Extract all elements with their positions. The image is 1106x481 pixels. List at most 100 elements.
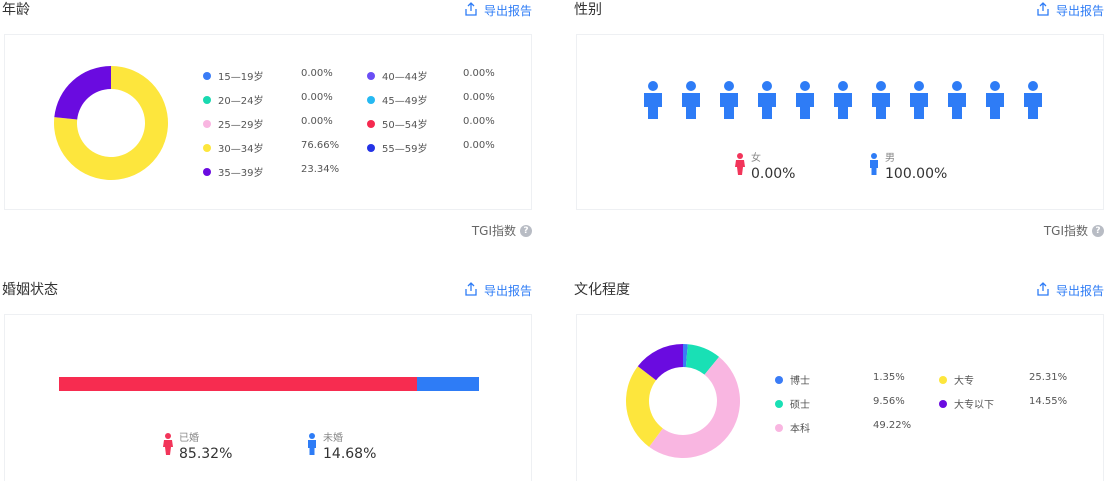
legend-value: 49.22% — [873, 420, 912, 431]
legend-value: 9.56% — [873, 396, 905, 407]
person-icon — [831, 81, 855, 119]
people-row — [641, 81, 1045, 119]
legend-value: 0.00% — [301, 92, 333, 103]
female-value: 0.00% — [751, 166, 796, 182]
tgi-label: TGI指数 — [471, 224, 516, 238]
female-stat: 女 0.00% — [735, 153, 795, 183]
legend-item[interactable]: 大专以下 — [939, 396, 994, 411]
legend-value: 0.00% — [301, 68, 333, 79]
unmarried-stat: 未婚 14.68% — [307, 433, 376, 463]
legend-item[interactable]: 20—24岁 — [203, 92, 263, 107]
export-icon — [464, 2, 478, 20]
male-value: 100.00% — [885, 166, 948, 182]
age-title: 年龄 — [2, 2, 30, 18]
legend-dot-icon — [367, 71, 375, 80]
export-label: 导出报告 — [1055, 4, 1104, 18]
legend-label: 硕士 — [790, 400, 810, 411]
export-label: 导出报告 — [1055, 284, 1104, 298]
age-card: 15—19岁 0.00% 20—24岁 0.00% 25—29岁 0.00% 30—34岁 7… — [4, 34, 532, 210]
legend-dot-icon — [939, 399, 947, 408]
person-icon — [907, 81, 931, 119]
export-icon — [1036, 282, 1050, 300]
gender-title: 性别 — [574, 2, 602, 18]
legend-label: 大专 — [954, 376, 974, 387]
legend-item[interactable]: 40—44岁 — [367, 68, 427, 83]
legend-label: 30—34岁 — [218, 144, 264, 155]
married-stat: 已婚 85.32% — [163, 433, 232, 463]
export-label: 导出报告 — [483, 284, 532, 298]
legend-dot-icon — [367, 95, 375, 104]
legend-value: 76.66% — [301, 140, 340, 151]
male-label: 男 — [885, 153, 895, 164]
legend-dot-icon — [939, 375, 947, 384]
education-export-button[interactable]: 导出报告 — [1036, 282, 1104, 300]
legend-value: 14.55% — [1029, 396, 1068, 407]
legend-label: 25—29岁 — [218, 120, 264, 131]
legend-value: 0.00% — [463, 68, 495, 79]
legend-dot-icon — [775, 399, 783, 408]
education-title: 文化程度 — [574, 282, 630, 298]
legend-item[interactable]: 博士 — [775, 372, 810, 387]
legend-dot-icon — [203, 95, 211, 104]
legend-label: 45—49岁 — [382, 96, 428, 107]
age-tgi[interactable]: TGI指数 ? — [472, 222, 532, 239]
married-label: 已婚 — [179, 433, 199, 444]
bar-segment[interactable] — [417, 377, 479, 391]
legend-label: 15—19岁 — [218, 72, 264, 83]
legend-dot-icon — [775, 423, 783, 432]
legend-item[interactable]: 大专 — [939, 372, 974, 387]
bar-segment[interactable] — [59, 377, 418, 391]
legend-value: 25.31% — [1029, 372, 1068, 383]
marriage-stacked-bar — [59, 377, 479, 391]
person-icon — [679, 81, 703, 119]
legend-item[interactable]: 35—39岁 — [203, 164, 263, 179]
legend-item[interactable]: 25—29岁 — [203, 116, 263, 131]
age-export-button[interactable]: 导出报告 — [464, 2, 532, 20]
legend-dot-icon — [203, 119, 211, 128]
legend-dot-icon — [367, 119, 375, 128]
legend-label: 35—39岁 — [218, 168, 264, 179]
legend-item[interactable]: 30—34岁 — [203, 140, 263, 155]
legend-value: 0.00% — [463, 92, 495, 103]
legend-value: 0.00% — [463, 116, 495, 127]
unmarried-label: 未婚 — [323, 433, 343, 444]
legend-value: 0.00% — [301, 116, 333, 127]
male-stat: 男 100.00% — [869, 153, 947, 183]
female-icon — [735, 153, 745, 175]
legend-label: 50—54岁 — [382, 120, 428, 131]
legend-value: 1.35% — [873, 372, 905, 383]
donut-slice[interactable] — [54, 66, 111, 120]
legend-item[interactable]: 硕士 — [775, 396, 810, 411]
gender-tgi[interactable]: TGI指数 ? — [1044, 222, 1104, 239]
legend-dot-icon — [203, 167, 211, 176]
export-icon — [464, 282, 478, 300]
person-icon — [755, 81, 779, 119]
person-icon — [717, 81, 741, 119]
female-icon — [163, 433, 173, 455]
legend-item[interactable]: 55—59岁 — [367, 140, 427, 155]
legend-value: 23.34% — [301, 164, 340, 175]
export-icon — [1036, 2, 1050, 20]
age-donut-chart — [54, 66, 168, 180]
marriage-export-button[interactable]: 导出报告 — [464, 282, 532, 300]
female-label: 女 — [751, 153, 761, 164]
legend-item[interactable]: 45—49岁 — [367, 92, 427, 107]
gender-card: 女 0.00% 男 100.00% — [576, 34, 1104, 210]
education-card: 博士 1.35% 硕士 9.56% 本科 49.22% 大专 25.31% 大专以下 14.55% — [576, 314, 1104, 481]
legend-item[interactable]: 本科 — [775, 420, 810, 435]
legend-dot-icon — [367, 143, 375, 152]
person-icon — [1021, 81, 1045, 119]
legend-item[interactable]: 50—54岁 — [367, 116, 427, 131]
legend-item[interactable]: 15—19岁 — [203, 68, 263, 83]
export-label: 导出报告 — [483, 4, 532, 18]
legend-dot-icon — [203, 71, 211, 80]
legend-label: 40—44岁 — [382, 72, 428, 83]
person-icon — [793, 81, 817, 119]
male-icon — [869, 153, 879, 175]
help-icon[interactable]: ? — [520, 224, 532, 237]
male-icon — [307, 433, 317, 455]
legend-dot-icon — [775, 375, 783, 384]
person-icon — [945, 81, 969, 119]
gender-export-button[interactable]: 导出报告 — [1036, 2, 1104, 20]
help-icon[interactable]: ? — [1092, 224, 1104, 237]
